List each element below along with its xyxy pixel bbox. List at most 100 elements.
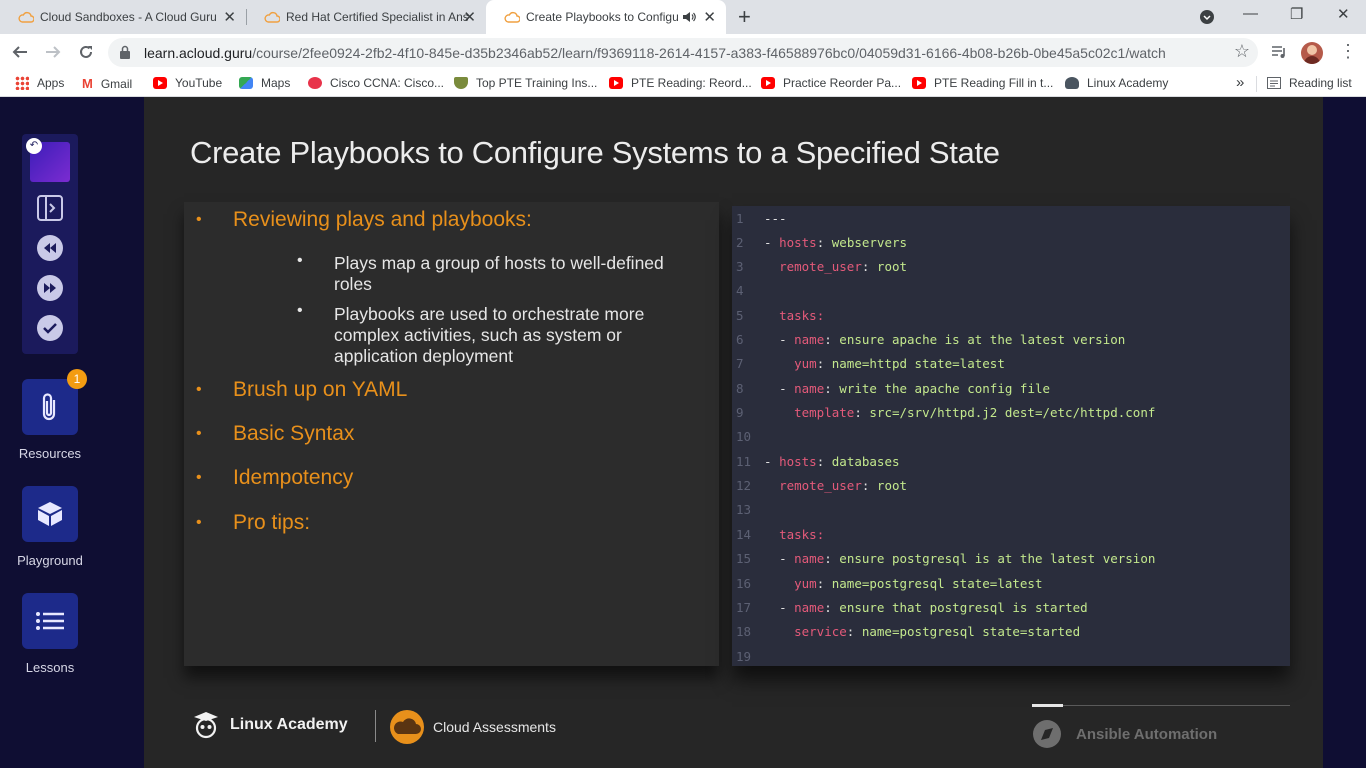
bookmark-label: Apps xyxy=(37,76,65,90)
bookmark-pte-fill[interactable]: PTE Reading Fill in t... xyxy=(912,76,1053,90)
list-icon xyxy=(36,612,64,630)
fast-forward-icon[interactable] xyxy=(36,274,64,302)
reading-list-button[interactable]: Reading list xyxy=(1267,76,1352,90)
resources-button[interactable] xyxy=(22,379,78,435)
restore-button[interactable]: ❐ xyxy=(1290,5,1303,23)
apps-grid-icon xyxy=(15,76,29,90)
player-controls: ↶ xyxy=(22,134,78,354)
bookmark-pte-reading-reorder[interactable]: PTE Reading: Reord... xyxy=(609,76,752,90)
line-number: 1 xyxy=(736,211,744,226)
code-token: ensure postgresql is at the latest versi… xyxy=(839,551,1156,566)
footer-divider xyxy=(375,710,376,742)
close-icon[interactable]: ✕ xyxy=(703,8,716,26)
media-control-icon[interactable] xyxy=(1271,45,1287,59)
code-token: ensure apache is at the latest version xyxy=(839,332,1126,347)
chrome-menu-icon[interactable]: ⋮ xyxy=(1339,42,1357,60)
line-number: 13 xyxy=(736,502,752,517)
playground-button[interactable] xyxy=(22,486,78,542)
code-token: tasks: xyxy=(779,308,825,323)
sidebar-toggle-icon[interactable] xyxy=(36,194,64,222)
bullet-icon: • xyxy=(196,514,202,531)
line-number: 15 xyxy=(736,551,752,566)
new-tab-button[interactable]: + xyxy=(738,4,751,30)
code-token: root xyxy=(876,478,908,493)
bookmark-gmail[interactable]: M Gmail xyxy=(82,76,132,91)
tab-search-icon[interactable] xyxy=(1200,10,1214,24)
bullet-icon: • xyxy=(196,469,202,486)
rewind-icon[interactable] xyxy=(36,234,64,262)
bookmark-label: Cisco CCNA: Cisco... xyxy=(330,76,445,90)
code-token: src=/srv/httpd.j2 dest=/etc/httpd.conf xyxy=(869,405,1156,420)
bookmark-linux-academy[interactable]: Linux Academy xyxy=(1065,76,1168,90)
tab-red-hat-course[interactable]: Red Hat Certified Specialist in Ansible … xyxy=(246,0,486,34)
code-token: root xyxy=(876,259,908,274)
minimize-button[interactable]: — xyxy=(1243,5,1258,22)
code-token: tasks: xyxy=(779,527,825,542)
bullet-item: Basic Syntax xyxy=(233,422,355,445)
maps-icon xyxy=(239,77,253,89)
code-token: : xyxy=(824,381,840,396)
code-token: : xyxy=(824,551,840,566)
bookmark-apps[interactable]: Apps xyxy=(15,76,64,90)
course-thumbnail[interactable]: ↶ xyxy=(26,138,70,182)
line-number: 18 xyxy=(736,624,752,639)
bookmarks-bar: Apps M Gmail YouTube Maps Cisco CCNA: Ci… xyxy=(0,71,1366,97)
sub-bullet-item: Playbooks are used to orchestrate more c… xyxy=(334,304,645,366)
cisco-icon xyxy=(308,77,322,89)
bookmark-star-icon[interactable]: ☆ xyxy=(1234,41,1250,62)
code-token: - xyxy=(779,381,795,396)
tab-cloud-sandboxes[interactable]: Cloud Sandboxes - A Cloud Guru ✕ xyxy=(0,0,246,34)
close-icon[interactable]: ✕ xyxy=(223,8,236,26)
checkmark-icon[interactable] xyxy=(36,314,64,342)
code-token: name xyxy=(794,381,825,396)
cloud-assessments-text: Cloud Assessments xyxy=(433,719,556,735)
back-arrow-icon[interactable] xyxy=(12,44,28,60)
code-token: name xyxy=(794,600,825,615)
window-close-button[interactable]: ✕ xyxy=(1337,5,1350,23)
more-bookmarks-button[interactable]: » xyxy=(1236,74,1244,91)
bookmark-maps[interactable]: Maps xyxy=(239,76,290,90)
code-token: hosts xyxy=(779,235,817,250)
bookmark-pte-training[interactable]: Top PTE Training Ins... xyxy=(454,76,597,90)
line-number: 17 xyxy=(736,600,752,615)
profile-avatar[interactable] xyxy=(1301,42,1323,64)
line-number: 9 xyxy=(736,405,744,420)
close-icon[interactable]: ✕ xyxy=(463,8,476,26)
code-token: : xyxy=(816,356,832,371)
code-token: name xyxy=(794,332,825,347)
lessons-button[interactable] xyxy=(22,593,78,649)
url-text: learn.acloud.guru/course/2fee0924-2fb2-4… xyxy=(144,45,1166,61)
code-token: yum xyxy=(794,576,817,591)
video-slide[interactable]: Create Playbooks to Configure Systems to… xyxy=(144,97,1323,768)
code-token: write the apache config file xyxy=(839,381,1051,396)
code-token: : xyxy=(861,259,877,274)
course-sidebar: ↶ 1 Resources Playground Lessons xyxy=(0,97,144,768)
line-number: 11 xyxy=(736,454,752,469)
code-token: : xyxy=(824,332,840,347)
line-number: 7 xyxy=(736,356,744,371)
reload-icon[interactable] xyxy=(78,44,94,60)
back-arrow-icon[interactable]: ↶ xyxy=(26,138,42,154)
code-token: - xyxy=(779,551,795,566)
gmail-icon: M xyxy=(82,76,93,91)
youtube-icon xyxy=(609,77,623,89)
bookmark-practice-reorder[interactable]: Practice Reorder Pa... xyxy=(761,76,901,90)
tab-create-playbooks[interactable]: Create Playbooks to Configure ✕ xyxy=(486,0,726,34)
bookmark-youtube[interactable]: YouTube xyxy=(153,76,222,90)
address-bar[interactable]: learn.acloud.guru/course/2fee0924-2fb2-4… xyxy=(108,38,1258,67)
owl-icon xyxy=(194,712,218,739)
cloud-favicon-icon xyxy=(18,11,34,23)
lock-icon xyxy=(120,45,130,59)
resources-label: Resources xyxy=(18,446,82,461)
ansible-automation-text: Ansible Automation xyxy=(1076,725,1218,743)
bookmark-label: Gmail xyxy=(100,76,133,91)
bullet-panel: • Reviewing plays and playbooks: • Plays… xyxy=(184,202,719,666)
speaker-icon[interactable] xyxy=(682,11,696,23)
youtube-icon xyxy=(153,77,167,89)
slide-progress-bar xyxy=(1032,704,1290,707)
browser-toolbar: learn.acloud.guru/course/2fee0924-2fb2-4… xyxy=(0,34,1366,71)
code-token: - xyxy=(764,235,780,250)
bookmark-cisco[interactable]: Cisco CCNA: Cisco... xyxy=(308,76,444,90)
url-path: /course/2fee0924-2fb2-4f10-845e-d35b2346… xyxy=(252,45,1166,61)
forward-arrow-icon[interactable] xyxy=(45,44,61,60)
